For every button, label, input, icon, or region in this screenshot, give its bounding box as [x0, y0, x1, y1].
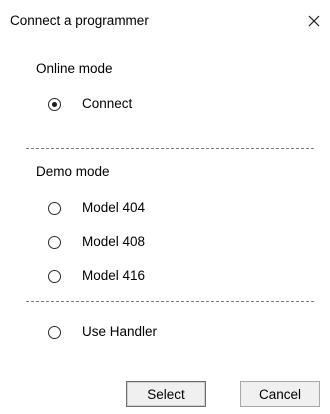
radio-connect-label: Connect [82, 96, 133, 111]
cancel-button[interactable]: Cancel [240, 381, 320, 407]
radio-model-416-label: Model 416 [82, 268, 146, 283]
title-bar[interactable]: Connect a programmer [0, 0, 330, 44]
radio-connect-indicator[interactable] [48, 98, 61, 111]
close-icon[interactable] [302, 9, 326, 33]
radio-use-handler[interactable]: Use Handler [48, 323, 288, 345]
radio-use-handler-indicator[interactable] [48, 326, 61, 339]
radio-model-408-indicator[interactable] [48, 236, 61, 249]
demo-mode-heading: Demo mode [36, 164, 110, 179]
radio-use-handler-label: Use Handler [82, 324, 158, 339]
separator-demo-handler [26, 301, 314, 302]
radio-model-408-label: Model 408 [82, 234, 146, 249]
radio-model-404-indicator[interactable] [48, 202, 61, 215]
radio-model-408[interactable]: Model 408 [48, 233, 288, 255]
radio-connect[interactable]: Connect [48, 95, 288, 117]
separator-online-demo [26, 148, 314, 149]
radio-model-404-label: Model 404 [82, 200, 146, 215]
online-mode-heading: Online mode [36, 61, 113, 76]
connect-programmer-dialog: Connect a programmer Online mode Connect… [0, 0, 330, 414]
radio-model-416-indicator[interactable] [48, 270, 61, 283]
select-button[interactable]: Select [126, 381, 206, 407]
radio-model-404[interactable]: Model 404 [48, 199, 288, 221]
window-title: Connect a programmer [10, 13, 149, 28]
radio-model-416[interactable]: Model 416 [48, 267, 288, 289]
